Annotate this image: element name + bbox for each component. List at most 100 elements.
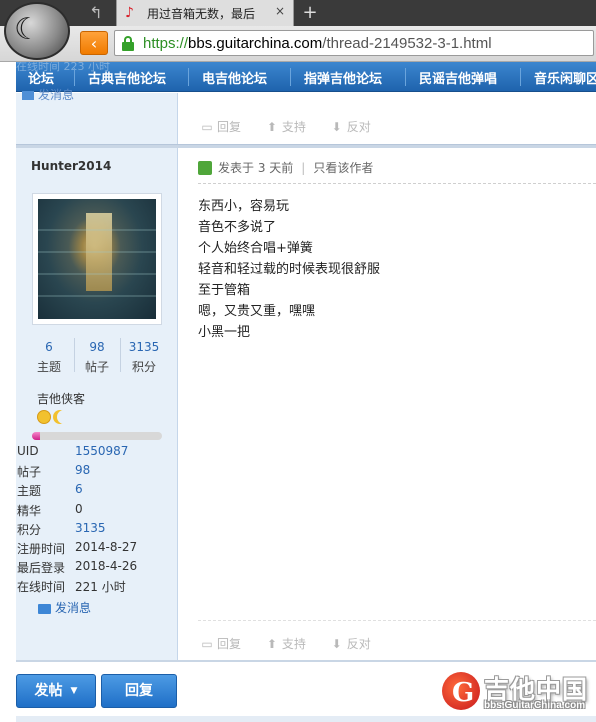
- post-line: 个人始终合唱+弹簧: [198, 241, 313, 256]
- support-action[interactable]: ⬆ 支持: [265, 637, 306, 651]
- nav-divider: [405, 68, 406, 86]
- post-bottom-border: [16, 660, 596, 662]
- profile-label: 最后登录: [17, 561, 66, 575]
- nav-divider: [74, 68, 75, 86]
- post-line: 音色不多说了: [198, 220, 277, 235]
- send-message-link[interactable]: 发消息: [38, 599, 91, 616]
- nav-item-fingerstyle[interactable]: 指弹吉他论坛: [304, 68, 382, 87]
- nav-item-classical-guitar[interactable]: 古典吉他论坛: [88, 68, 166, 87]
- site-watermark: G 吉他中国 bbs.GuitarChina.com: [440, 668, 596, 716]
- nav-item-folk-guitar[interactable]: 民谣吉他弹唱: [419, 68, 497, 87]
- tab-close-icon[interactable]: ×: [275, 4, 285, 18]
- online-status-icon: [198, 161, 212, 175]
- author-name[interactable]: Hunter2014: [31, 159, 111, 173]
- oppose-action[interactable]: ⬇ 反对: [330, 637, 371, 651]
- back-button[interactable]: ‹: [80, 31, 108, 55]
- only-author-link[interactable]: 只看该作者: [313, 161, 373, 175]
- arrow-down-icon: ⬇: [331, 637, 342, 651]
- stat-posts-value: 98: [89, 340, 105, 354]
- meta-separator: |: [301, 161, 306, 175]
- profile-value: 2014-8-27: [75, 540, 138, 554]
- avatar-image: [38, 199, 156, 319]
- caret-down-icon[interactable]: ▼: [71, 686, 78, 696]
- watermark-en: bbs.GuitarChina.com: [484, 700, 586, 711]
- medals: [37, 410, 71, 427]
- posted-time: 3 天前: [257, 161, 294, 175]
- post-line: 东西小，容易玩: [198, 199, 290, 214]
- prev-send-message-link[interactable]: 发消息: [22, 86, 74, 103]
- nav-divider: [290, 68, 291, 86]
- guitarchina-favicon-icon: ♪: [125, 5, 134, 21]
- new-post-label: 发帖: [34, 683, 63, 699]
- tab-active[interactable]: ♪ 用过音箱无数，最后 ×: [116, 0, 294, 26]
- profile-label: 主题: [17, 484, 42, 498]
- arrow-up-icon: ⬆: [266, 120, 277, 134]
- profile-value[interactable]: 3135: [75, 521, 106, 535]
- tab-history-back-icon[interactable]: ↰: [86, 3, 106, 23]
- post-actions: ▭ 回复 ⬆ 支持 ⬇ 反对: [200, 635, 391, 652]
- user-group[interactable]: 吉他侠客: [37, 390, 85, 407]
- actions-divider: [198, 620, 596, 621]
- profile-value: 221 小时: [75, 580, 126, 594]
- prev-send-message-label: 发消息: [38, 88, 75, 102]
- arrow-down-icon: ⬇: [331, 120, 342, 134]
- nav-divider: [188, 68, 189, 86]
- profile-label: 在线时间: [17, 580, 66, 594]
- prev-oppose-action[interactable]: ⬇ 反对: [330, 120, 371, 134]
- prev-reply-label: 回复: [217, 120, 242, 134]
- new-post-button[interactable]: 发帖 ▼: [16, 674, 96, 708]
- post-content-area: [178, 93, 596, 661]
- prev-reply-action[interactable]: ▭ 回复: [200, 120, 241, 134]
- cheetah-icon: ☾: [14, 12, 41, 47]
- new-tab-button[interactable]: +: [300, 2, 320, 24]
- reply-button-label: 回复: [125, 683, 153, 699]
- avatar[interactable]: [32, 193, 162, 325]
- nav-item-forum[interactable]: 论坛: [28, 68, 54, 87]
- profile-value: 0: [75, 502, 83, 516]
- post-line: 轻音和轻过载的时候表现很舒服: [198, 262, 381, 277]
- nav-item-electric-guitar[interactable]: 电吉他论坛: [202, 68, 267, 87]
- nav-item-music-chat[interactable]: 音乐闲聊区: [534, 68, 596, 87]
- reply-action[interactable]: ▭ 回复: [200, 637, 241, 651]
- prev-support-action[interactable]: ⬆ 支持: [265, 120, 306, 134]
- arrow-up-icon: ⬆: [266, 637, 277, 651]
- stat-threads-value: 6: [45, 340, 53, 354]
- tab-title: 用过音箱无数，最后: [147, 7, 256, 21]
- envelope-icon: [38, 603, 51, 614]
- oppose-action-label: 反对: [346, 637, 371, 651]
- post-meta: 发表于 3 天前 | 只看该作者: [198, 159, 373, 176]
- browser-toolbar: ‹ https://bbs.guitarchina.com/thread-214…: [0, 26, 596, 62]
- stat-threads-label: 主题: [36, 360, 61, 374]
- speech-bubble-icon: ▭: [201, 120, 213, 134]
- browser-logo[interactable]: ☾: [0, 0, 74, 62]
- forum-nav-bar: 在线时间 223 小时 论坛 古典吉他论坛 电吉他论坛 指弹吉他论坛 民谣吉他弹…: [16, 62, 596, 92]
- profile-value[interactable]: 6: [75, 482, 83, 496]
- browser-chrome: ☾ ↰ ♪ 用过音箱无数，最后 × + ‹ https://bbs.guitar…: [0, 0, 596, 62]
- speech-bubble-icon: ▭: [201, 637, 213, 651]
- post-line: 至于管箱: [198, 283, 251, 298]
- level-progress-bar: [32, 432, 162, 440]
- profile-value[interactable]: 1550987: [75, 444, 128, 458]
- stat-threads[interactable]: 6 主题: [24, 340, 74, 375]
- post-separator: [16, 144, 596, 148]
- stat-credits-value: 3135: [128, 340, 160, 354]
- prev-support-label: 支持: [281, 120, 306, 134]
- smiley-medal-icon: [37, 410, 51, 424]
- address-bar[interactable]: https://bbs.guitarchina.com/thread-21495…: [114, 30, 594, 56]
- nav-divider: [520, 68, 521, 86]
- profile-label: 注册时间: [17, 542, 66, 556]
- chevron-left-icon: ‹: [90, 34, 98, 53]
- prev-post-actions: ▭ 回复 ⬆ 支持 ⬇ 反对: [200, 118, 391, 135]
- profile-label: UID: [17, 444, 39, 458]
- reply-action-label: 回复: [217, 637, 242, 651]
- url-text[interactable]: https://bbs.guitarchina.com/thread-21495…: [143, 35, 492, 52]
- post-line: 嗯，又贵又重，嘿嘿: [198, 304, 316, 319]
- envelope-icon: [22, 91, 34, 100]
- url-host: bbs.guitarchina.com: [188, 35, 323, 52]
- reply-button[interactable]: 回复: [101, 674, 177, 708]
- stat-credits[interactable]: 3135 积分: [119, 340, 169, 375]
- stat-posts-label: 帖子: [84, 360, 109, 374]
- profile-value[interactable]: 98: [75, 463, 90, 477]
- stat-posts[interactable]: 98 帖子: [72, 340, 122, 375]
- post-body: 东西小，容易玩 音色不多说了 个人始终合唱+弹簧 轻音和轻过载的时候表现很舒服 …: [198, 196, 588, 343]
